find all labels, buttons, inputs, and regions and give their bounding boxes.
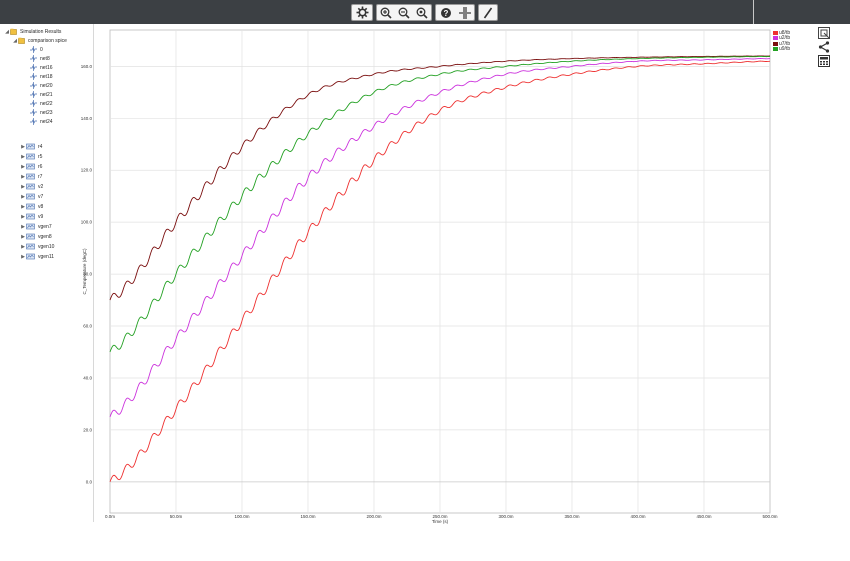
legend-swatch: [773, 30, 778, 35]
y-tick-label: 100.0: [81, 220, 93, 225]
chart-area[interactable]: 0.0m 50.0m 100.0m 150.0m 200.0m 250.0m 300.0m 3…: [0, 0, 850, 561]
x-axis-label: Time (s): [432, 519, 449, 524]
export-image-icon: [818, 27, 830, 39]
x-tick-label: 0.0m: [105, 514, 115, 519]
legend-item[interactable]: u9/tb: [773, 46, 791, 53]
legend-swatch: [773, 41, 778, 46]
y-tick-label: 140.0: [81, 116, 93, 121]
y-axis-label: C_Temperature (degC): [82, 248, 87, 295]
x-tick-label: 200.0m: [366, 514, 381, 519]
y-tick-label: 20.0: [83, 427, 92, 432]
calculator-icon: [818, 55, 830, 67]
x-tick-label: 150.0m: [300, 514, 315, 519]
x-tick-label: 100.0m: [234, 514, 249, 519]
chart-legend: u8/tb u2/tb u7/tb u9/tb: [773, 30, 790, 52]
y-tick-label: 160.0: [81, 64, 93, 69]
y-tick-label: 40.0: [83, 375, 92, 380]
x-tick-label: 350.0m: [564, 514, 579, 519]
x-tick-label: 500.0m: [762, 514, 777, 519]
x-tick-label: 300.0m: [498, 514, 513, 519]
legend-label: u9/tb: [779, 46, 791, 53]
calculator-button[interactable]: [818, 55, 830, 67]
share-icon: [818, 41, 830, 53]
side-toolbar: [818, 27, 832, 69]
export-image-button[interactable]: [818, 27, 830, 39]
legend-swatch: [773, 47, 778, 52]
x-tick-label: 50.0m: [170, 514, 183, 519]
y-tick-label: 0.0: [86, 479, 93, 484]
y-tick-label: 60.0: [83, 324, 92, 329]
legend-swatch: [773, 36, 778, 41]
y-tick-label: 120.0: [81, 168, 93, 173]
x-tick-label: 450.0m: [696, 514, 711, 519]
share-button[interactable]: [818, 41, 830, 53]
x-tick-label: 400.0m: [630, 514, 645, 519]
